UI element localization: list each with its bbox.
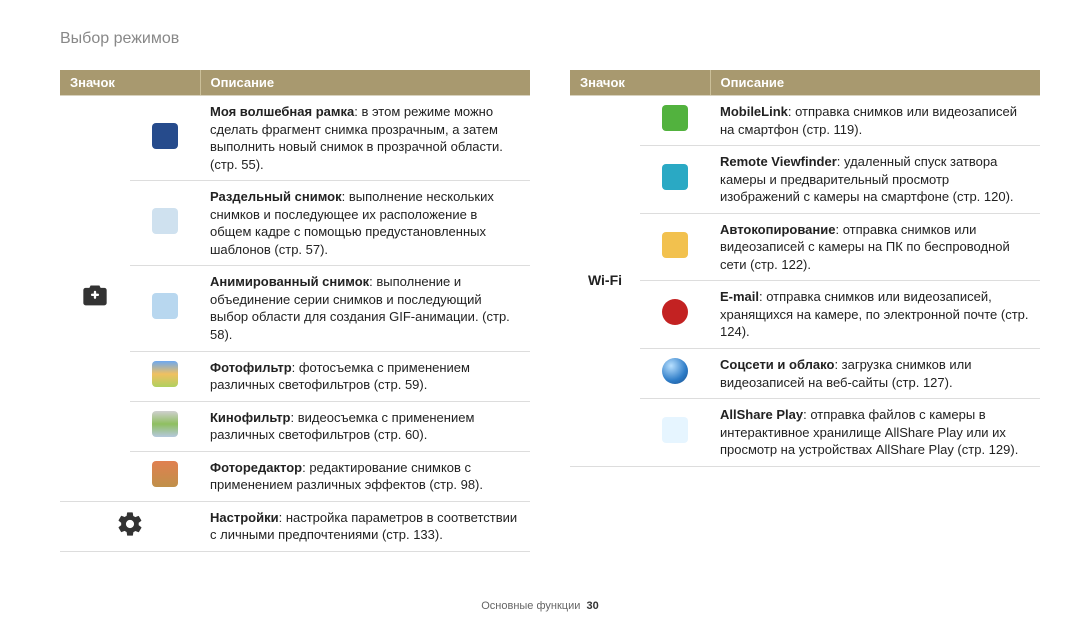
right-table: Значок Описание Wi-Fi MobileLink: отправ… [570, 70, 1040, 467]
table-row: Анимированный снимок: выполнение и объед… [60, 266, 530, 351]
autocopy-icon [662, 232, 688, 258]
mode-icon [640, 281, 710, 349]
left-column: Значок Описание Моя волшебная рамка: в э… [60, 70, 530, 552]
table-row: Раздельный снимок: выполнение нескольких… [60, 181, 530, 266]
footer-page-number: 30 [587, 600, 599, 612]
mode-desc: E-mail: отправка снимков или видеозаписе… [710, 281, 1040, 349]
wifi-category-label: Wi-Fi [570, 96, 640, 467]
category-icon-cell [60, 96, 130, 502]
table-row: Моя волшебная рамка: в этом режиме можно… [60, 96, 530, 181]
table-row: Фотофильтр: фотосъемка с применением раз… [60, 351, 530, 401]
mode-icon [130, 96, 200, 181]
table-row: Соцсети и облако: загрузка снимков или в… [570, 349, 1040, 399]
mode-desc: Автокопирование: отправка снимков или ви… [710, 213, 1040, 281]
col-header-desc: Описание [710, 70, 1040, 96]
settings-icon-cell [60, 501, 200, 551]
mobilelink-icon [662, 105, 688, 131]
mode-desc: Соцсети и облако: загрузка снимков или в… [710, 349, 1040, 399]
table-row: Remote Viewfinder: удаленный спуск затво… [570, 146, 1040, 214]
allshare-play-icon [662, 417, 688, 443]
left-table: Значок Описание Моя волшебная рамка: в э… [60, 70, 530, 552]
remote-viewfinder-icon [662, 164, 688, 190]
table-row: AllShare Play: отправка файлов с камеры … [570, 399, 1040, 467]
mode-icon [130, 451, 200, 501]
mode-icon [130, 351, 200, 401]
col-header-desc: Описание [200, 70, 530, 96]
split-shot-icon [152, 208, 178, 234]
magic-frame-icon [152, 123, 178, 149]
movie-filter-icon [152, 411, 178, 437]
settings-desc: Настройки: настройка параметров в соотве… [200, 501, 530, 551]
col-header-icon: Значок [60, 70, 200, 96]
mode-icon [640, 146, 710, 214]
mode-desc: Анимированный снимок: выполнение и объед… [200, 266, 530, 351]
mode-desc: Моя волшебная рамка: в этом режиме можно… [200, 96, 530, 181]
mode-icon [640, 213, 710, 281]
mode-desc: MobileLink: отправка снимков или видеоза… [710, 96, 1040, 146]
table-row: Настройки: настройка параметров в соотве… [60, 501, 530, 551]
table-row: Кинофильтр: видеосъемка с применением ра… [60, 401, 530, 451]
content-columns: Значок Описание Моя волшебная рамка: в э… [60, 70, 1040, 552]
animated-shot-icon [152, 293, 178, 319]
mode-icon [130, 401, 200, 451]
mode-desc: Remote Viewfinder: удаленный спуск затво… [710, 146, 1040, 214]
right-column: Значок Описание Wi-Fi MobileLink: отправ… [570, 70, 1040, 552]
table-row: Фоторедактор: редактирование снимков с п… [60, 451, 530, 501]
mode-icon [640, 96, 710, 146]
page-footer: Основные функции 30 [0, 600, 1080, 612]
photo-filter-icon [152, 361, 178, 387]
email-icon [662, 299, 688, 325]
gear-icon [116, 526, 144, 541]
page-title: Выбор режимов [60, 30, 1040, 48]
col-header-icon: Значок [570, 70, 710, 96]
camera-plus-icon [81, 298, 109, 313]
photo-editor-icon [152, 461, 178, 487]
globe-icon [662, 358, 688, 384]
mode-icon [130, 266, 200, 351]
table-row: Wi-Fi MobileLink: отправка снимков или в… [570, 96, 1040, 146]
footer-section: Основные функции [481, 600, 580, 612]
mode-icon [640, 349, 710, 399]
mode-desc: Раздельный снимок: выполнение нескольких… [200, 181, 530, 266]
mode-desc: Фотофильтр: фотосъемка с применением раз… [200, 351, 530, 401]
mode-desc: AllShare Play: отправка файлов с камеры … [710, 399, 1040, 467]
table-row: Автокопирование: отправка снимков или ви… [570, 213, 1040, 281]
mode-desc: Кинофильтр: видеосъемка с применением ра… [200, 401, 530, 451]
mode-icon [640, 399, 710, 467]
mode-desc: Фоторедактор: редактирование снимков с п… [200, 451, 530, 501]
table-row: E-mail: отправка снимков или видеозаписе… [570, 281, 1040, 349]
mode-icon [130, 181, 200, 266]
